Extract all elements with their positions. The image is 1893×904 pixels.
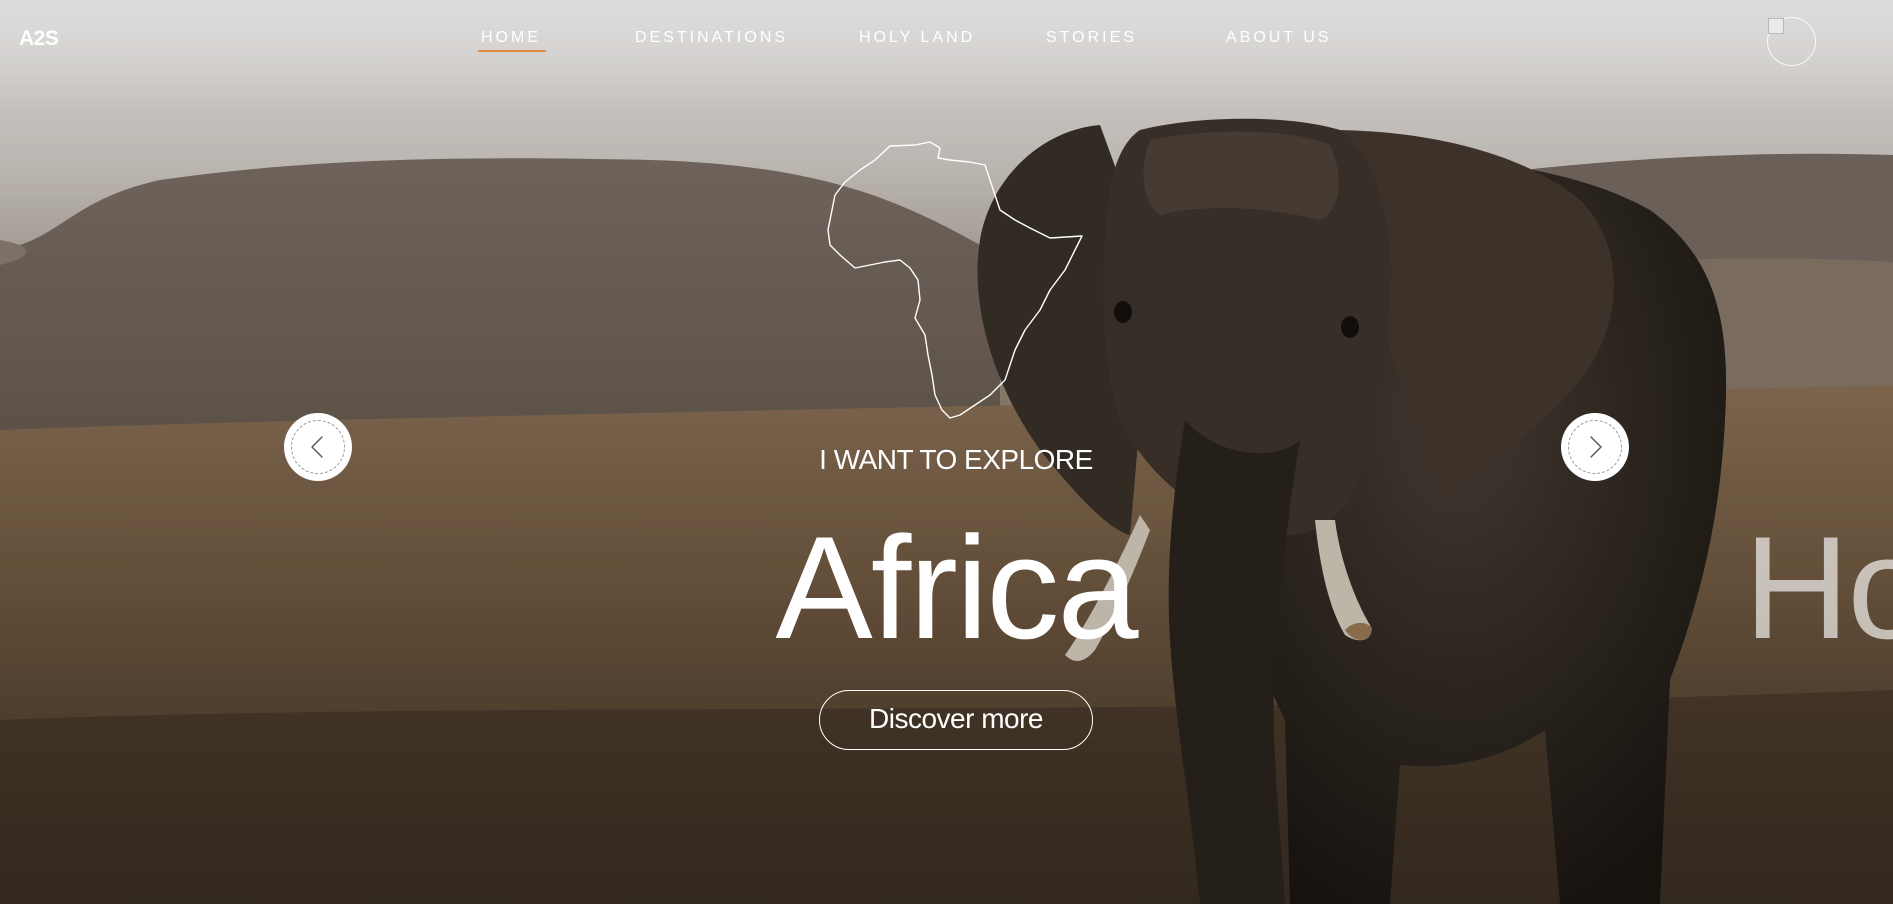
nav-item-destinations[interactable]: DESTINATIONS (635, 29, 788, 47)
broken-image-icon (1768, 18, 1784, 34)
africa-map-outline-icon (827, 141, 1083, 419)
slide-title: Africa (775, 506, 1138, 669)
user-avatar[interactable] (1767, 17, 1816, 66)
site-header: A2S HOME DESTINATIONS HOLY LAND STORIES … (0, 0, 1893, 80)
nav-item-stories[interactable]: STORIES (1046, 29, 1137, 47)
hero-slider: A2S HOME DESTINATIONS HOLY LAND STORIES … (0, 0, 1893, 904)
slider-prev-button[interactable] (284, 413, 352, 481)
nav-item-holy-land[interactable]: HOLY LAND (859, 29, 975, 47)
discover-more-button[interactable]: Discover more (819, 690, 1093, 750)
chevron-right-icon (1590, 436, 1602, 458)
nav-item-about-us[interactable]: ABOUT US (1226, 29, 1332, 47)
next-slide-title-peek: Ho (1744, 506, 1893, 669)
chevron-left-icon (311, 436, 323, 458)
nav-item-home[interactable]: HOME (481, 29, 541, 47)
slide-eyebrow: I WANT TO EXPLORE (819, 444, 1093, 475)
nav-active-indicator (478, 50, 546, 52)
slider-next-button[interactable] (1561, 413, 1629, 481)
main-nav: HOME DESTINATIONS HOLY LAND STORIES ABOU… (0, 29, 1893, 59)
